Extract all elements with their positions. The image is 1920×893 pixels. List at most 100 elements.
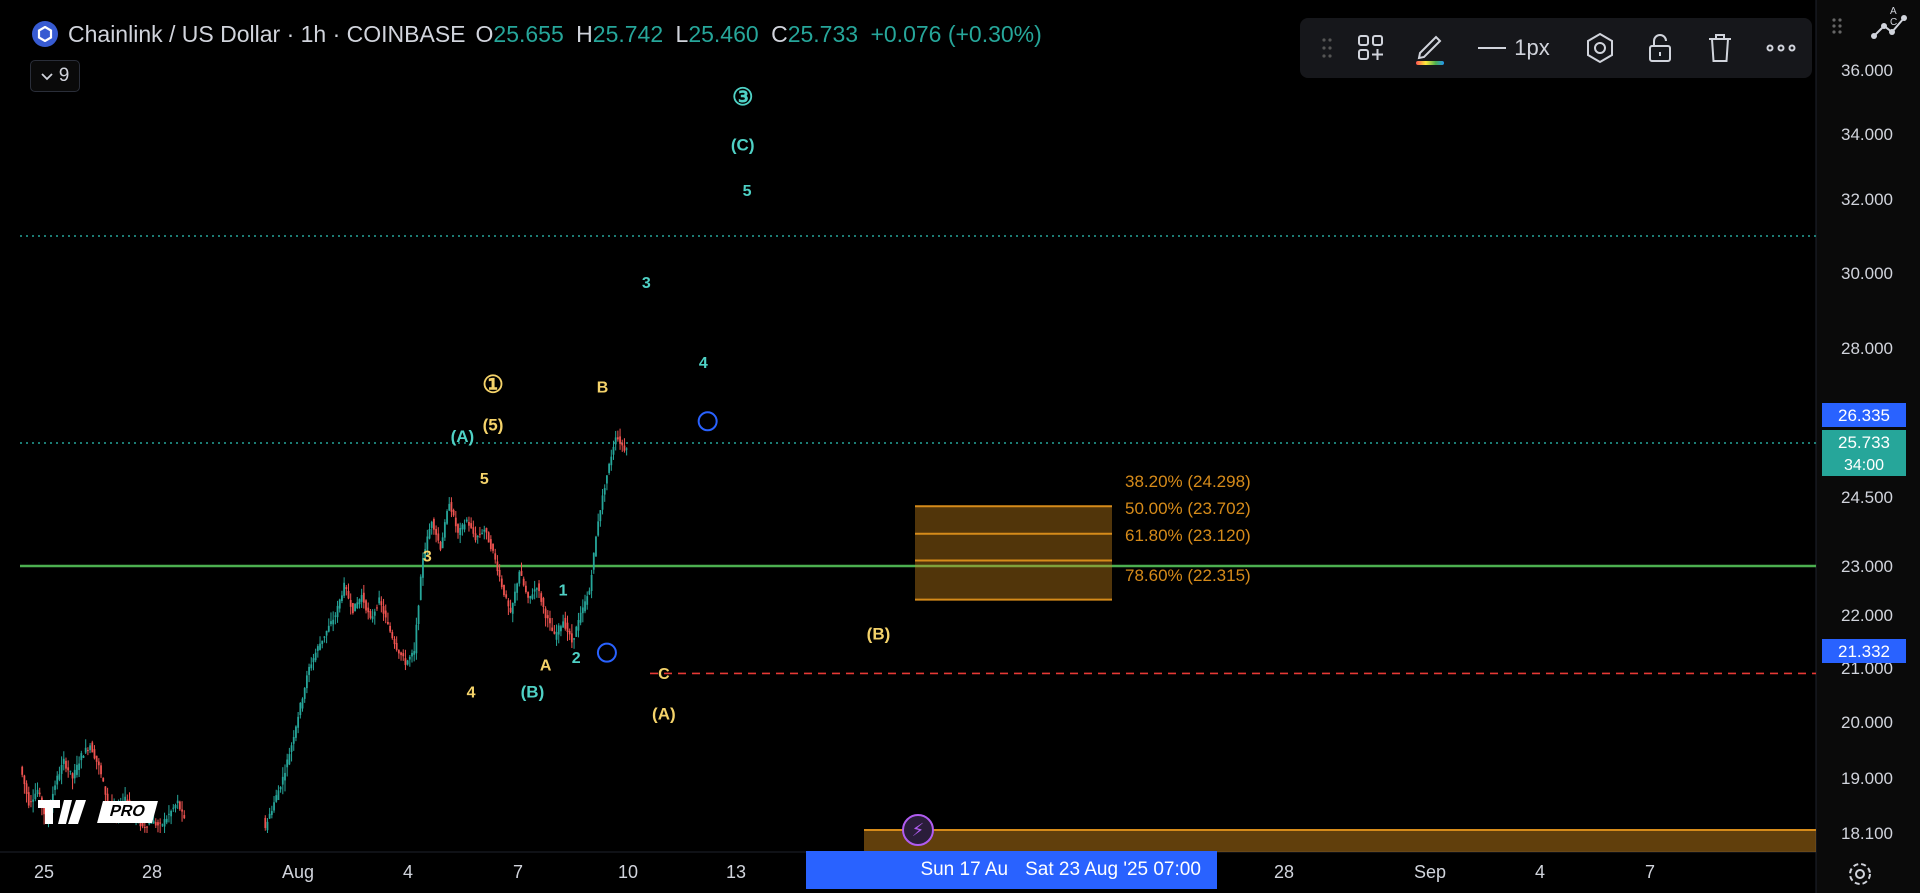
candle-body xyxy=(529,596,532,599)
elliott-wave-label: (C) xyxy=(731,135,755,154)
tradingview-logo-icon xyxy=(38,800,86,824)
candle-body xyxy=(336,605,339,618)
candle-body xyxy=(36,789,39,794)
candle-body xyxy=(60,765,63,774)
candle-body xyxy=(476,535,479,538)
candle-body xyxy=(367,607,370,613)
candle-body xyxy=(54,785,56,790)
elliott-wave-label: (A) xyxy=(451,427,475,446)
candle-body xyxy=(492,543,494,551)
candle-body xyxy=(542,598,545,608)
time-axis-tick: 4 xyxy=(1535,862,1545,882)
elliott-wave-label: 1 xyxy=(559,582,568,599)
candle-body xyxy=(378,597,381,604)
scale-mode-label[interactable]: A C xyxy=(1890,6,1916,28)
candle-body xyxy=(270,811,273,815)
elliott-wave-label: 3 xyxy=(642,275,651,292)
high-value: 25.742 xyxy=(592,20,664,47)
candle-body xyxy=(505,594,508,598)
candle-body xyxy=(419,576,422,600)
candle-body xyxy=(481,532,483,534)
candle-body xyxy=(588,590,591,595)
chart-settings-icon[interactable] xyxy=(1846,860,1874,893)
candle-body xyxy=(474,533,477,541)
elliott-wave-label: 5 xyxy=(480,471,489,488)
candle-body xyxy=(606,475,608,484)
candle-body xyxy=(417,605,420,625)
candle-body xyxy=(321,640,324,644)
candle-body xyxy=(621,442,624,446)
fib-retracement-zone xyxy=(915,506,1112,600)
candle-body xyxy=(616,437,619,440)
candle-body xyxy=(391,632,394,639)
candle-body xyxy=(325,630,328,636)
candle-body xyxy=(163,819,166,827)
candle-body xyxy=(266,821,269,831)
candle-body xyxy=(69,770,72,772)
drag-handle-icon[interactable] xyxy=(1314,26,1340,70)
candle-body xyxy=(516,583,519,593)
candle-body xyxy=(579,612,582,623)
price-badge-label: 26.335 xyxy=(1838,406,1890,425)
time-axis-tick: 25 xyxy=(34,862,54,882)
candle-body xyxy=(23,775,26,785)
candle-body xyxy=(507,600,510,607)
candle-body xyxy=(183,815,186,819)
settings-hex-icon[interactable] xyxy=(1570,26,1630,70)
price-axis-tick: 28.000 xyxy=(1841,339,1893,358)
close-value: 25.733 xyxy=(787,20,859,47)
candle-body xyxy=(168,813,170,815)
candle-body xyxy=(284,772,286,781)
candle-body xyxy=(415,624,418,654)
symbol-header[interactable]: Chainlink / US Dollar · 1h · COINBASE O2… xyxy=(32,18,1042,50)
candle-body xyxy=(514,591,516,603)
candle-body xyxy=(382,606,385,614)
chart-canvas[interactable]: 38.20% (24.298) 50.00% (23.702) 61.80% (23… xyxy=(0,0,1920,893)
candle-body xyxy=(494,553,497,560)
candle-body xyxy=(408,656,411,660)
candle-body xyxy=(498,569,501,577)
trash-icon[interactable] xyxy=(1690,26,1750,70)
crosshair-date-badge-right: Sat 23 Aug '25 07:00 xyxy=(1009,851,1217,889)
candle-body xyxy=(393,638,396,645)
candle-body xyxy=(67,767,70,771)
candle-body xyxy=(316,646,319,651)
lightning-icon: ⚡ xyxy=(912,820,925,841)
candle-body xyxy=(573,638,575,640)
candle-body xyxy=(95,755,98,762)
candle-body xyxy=(443,522,446,538)
elliott-wave-label: 4 xyxy=(699,355,708,372)
chart-background xyxy=(0,0,1920,893)
candle-body xyxy=(595,536,597,557)
unlock-icon[interactable] xyxy=(1630,26,1690,70)
candle-body xyxy=(428,529,431,539)
candle-body xyxy=(564,617,567,629)
pencil-icon[interactable] xyxy=(1402,26,1458,70)
elliott-wave-label: (A) xyxy=(652,704,676,723)
line-width-button[interactable]: 1px xyxy=(1458,26,1570,70)
symbol-title[interactable]: Chainlink / US Dollar · 1h · COINBASE xyxy=(68,21,466,48)
candle-body xyxy=(577,619,580,631)
candle-body xyxy=(71,773,74,779)
candle-body xyxy=(86,750,89,752)
candle-body xyxy=(586,596,589,605)
candle-body xyxy=(459,527,462,536)
candle-body xyxy=(281,776,284,785)
candle-body xyxy=(102,778,105,782)
time-axis-tick: 13 xyxy=(726,862,746,882)
candle-body xyxy=(264,817,267,829)
candle-body xyxy=(21,766,24,775)
candle-body xyxy=(533,589,536,592)
more-icon[interactable] xyxy=(1750,26,1812,70)
candle-body xyxy=(100,765,102,775)
candle-body xyxy=(32,799,35,802)
candle-body xyxy=(380,601,383,606)
candle-body xyxy=(592,552,595,570)
indicators-collapse-button[interactable]: 9 xyxy=(30,60,80,92)
candle-body xyxy=(341,595,343,602)
candle-body xyxy=(535,588,538,590)
candle-body xyxy=(402,653,405,657)
candle-body xyxy=(345,587,348,590)
add-object-icon[interactable] xyxy=(1340,26,1402,70)
candle-body xyxy=(555,632,558,640)
